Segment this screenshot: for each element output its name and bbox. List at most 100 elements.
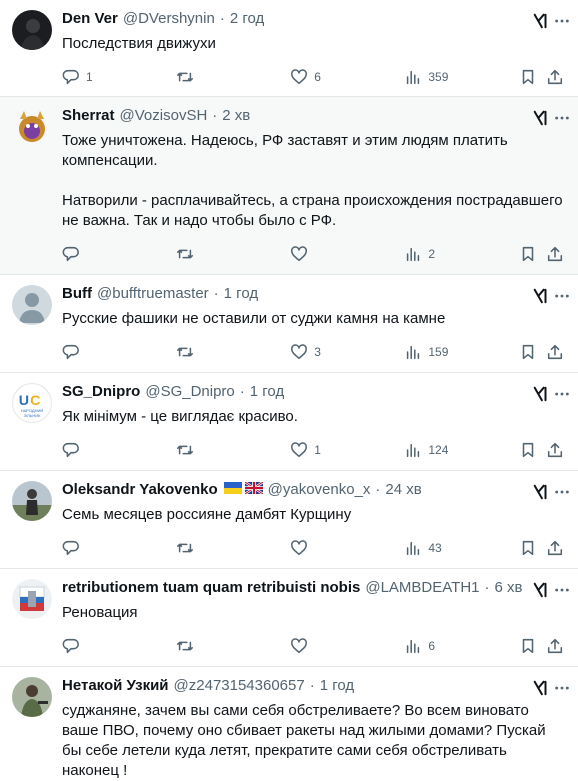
tweet[interactable]: Den Ver @DVershynin · 2 год Последствия …: [0, 0, 578, 97]
bookmark-button[interactable]: [519, 68, 539, 86]
timestamp[interactable]: 2 год: [230, 10, 264, 27]
reply-count: 1: [86, 70, 93, 84]
views-button[interactable]: 2: [404, 245, 518, 263]
user-handle[interactable]: @VozisovSH: [120, 107, 208, 124]
views-button[interactable]: 159: [404, 343, 518, 361]
retweet-button[interactable]: [176, 245, 290, 263]
avatar[interactable]: [12, 481, 52, 521]
share-button[interactable]: [546, 539, 564, 557]
more-options-icon[interactable]: [554, 287, 570, 305]
like-button[interactable]: [290, 245, 404, 263]
retweet-button[interactable]: [176, 343, 290, 361]
avatar[interactable]: U C НАРОДНИЙ ЗІЛЬНИК: [12, 383, 52, 423]
display-name[interactable]: Den Ver: [62, 10, 118, 27]
user-handle[interactable]: @z2473154360657: [174, 677, 305, 694]
retweet-icon: [177, 72, 194, 82]
reply-button[interactable]: [62, 637, 176, 655]
tweet[interactable]: Oleksandr Yakovenko @yakovenko_x · 24 хв…: [0, 471, 578, 569]
user-handle[interactable]: @LAMBDEATH1: [365, 579, 479, 596]
reply-button[interactable]: [62, 245, 176, 263]
retweet-button[interactable]: [176, 441, 290, 459]
views-icon: [407, 639, 420, 654]
grok-icon[interactable]: [532, 12, 550, 30]
views-button[interactable]: 359: [404, 68, 518, 86]
avatar[interactable]: [12, 10, 52, 50]
reply-button[interactable]: [62, 343, 176, 361]
display-name[interactable]: SG_Dnipro: [62, 383, 140, 400]
share-button[interactable]: [546, 441, 564, 459]
share-button[interactable]: [546, 68, 564, 86]
timestamp[interactable]: 1 год: [250, 383, 284, 400]
more-options-icon[interactable]: [554, 483, 570, 501]
retweet-button[interactable]: [176, 68, 290, 86]
user-handle[interactable]: @yakovenko_x: [268, 481, 371, 498]
tweet-actions: 6: [62, 627, 564, 665]
share-button[interactable]: [546, 245, 564, 263]
avatar[interactable]: [12, 107, 52, 147]
bookmark-icon: [522, 540, 533, 556]
tweet[interactable]: U C НАРОДНИЙ ЗІЛЬНИК SG_Dnipro @SG_Dnipr…: [0, 373, 578, 471]
views-button[interactable]: 43: [404, 539, 518, 557]
timestamp[interactable]: 2 хв: [222, 107, 250, 124]
like-icon: [291, 69, 308, 85]
bookmark-button[interactable]: [519, 441, 539, 459]
like-button[interactable]: [290, 637, 404, 655]
user-handle[interactable]: @SG_Dnipro: [145, 383, 234, 400]
more-options-icon[interactable]: [554, 385, 570, 403]
tweet-header: retributionem tuam quam retribuisti nobi…: [62, 579, 564, 601]
like-button[interactable]: 1: [290, 441, 404, 459]
more-options-icon[interactable]: [554, 679, 570, 697]
reply-button[interactable]: [62, 441, 176, 459]
reply-icon: [62, 540, 79, 556]
flags: [223, 482, 263, 494]
avatar[interactable]: [12, 285, 52, 325]
tweet[interactable]: Нетакой Узкий @z2473154360657 · 1 год су…: [0, 667, 578, 779]
like-button[interactable]: 6: [290, 68, 404, 86]
like-button[interactable]: 3: [290, 343, 404, 361]
retweet-icon: [177, 249, 194, 259]
timestamp[interactable]: 1 год: [320, 677, 354, 694]
grok-icon[interactable]: [532, 679, 550, 697]
tweet-actions: 3 159: [62, 333, 564, 371]
reply-button[interactable]: 1: [62, 68, 176, 86]
more-options-icon[interactable]: [554, 581, 570, 599]
grok-icon[interactable]: [532, 385, 550, 403]
bookmark-button[interactable]: [519, 637, 539, 655]
bookmark-button[interactable]: [519, 245, 539, 263]
views-button[interactable]: 124: [404, 441, 518, 459]
more-options-icon[interactable]: [554, 12, 570, 30]
display-name[interactable]: Нетакой Узкий: [62, 677, 169, 694]
avatar[interactable]: [12, 579, 52, 619]
user-handle[interactable]: @DVershynin: [123, 10, 215, 27]
share-button[interactable]: [546, 637, 564, 655]
tweet[interactable]: retributionem tuam quam retribuisti nobi…: [0, 569, 578, 667]
retweet-button[interactable]: [176, 539, 290, 557]
bookmark-button[interactable]: [519, 343, 539, 361]
share-button[interactable]: [546, 343, 564, 361]
bookmark-button[interactable]: [519, 539, 539, 557]
more-options-icon[interactable]: [554, 109, 570, 127]
svg-text:U: U: [19, 393, 29, 409]
like-button[interactable]: [290, 539, 404, 557]
tweet[interactable]: Sherrat @VozisovSH · 2 хв Тоже уничтожен…: [0, 97, 578, 275]
grok-icon[interactable]: [532, 581, 550, 599]
display-name[interactable]: Buff: [62, 285, 92, 302]
timestamp[interactable]: 1 год: [224, 285, 258, 302]
display-name[interactable]: retributionem tuam quam retribuisti nobi…: [62, 579, 360, 596]
display-name[interactable]: Sherrat: [62, 107, 115, 124]
retweet-button[interactable]: [176, 637, 290, 655]
avatar[interactable]: [12, 677, 52, 717]
grok-icon[interactable]: [532, 109, 550, 127]
user-handle[interactable]: @bufftruemaster: [97, 285, 209, 302]
tweet[interactable]: Buff @bufftruemaster · 1 год Русские фаш…: [0, 275, 578, 373]
grok-icon[interactable]: [532, 483, 550, 501]
reply-button[interactable]: [62, 539, 176, 557]
tweet-actions: 43: [62, 529, 564, 567]
timestamp[interactable]: 24 хв: [385, 481, 421, 498]
tweet-text: Тоже уничтожена. Надеюсь, РФ заставят и …: [62, 132, 563, 229]
display-name[interactable]: Oleksandr Yakovenko: [62, 481, 218, 498]
views-button[interactable]: 6: [404, 637, 518, 655]
grok-icon[interactable]: [532, 287, 550, 305]
timestamp[interactable]: 6 хв: [495, 579, 523, 596]
tweet-text: Реновация: [62, 604, 138, 621]
